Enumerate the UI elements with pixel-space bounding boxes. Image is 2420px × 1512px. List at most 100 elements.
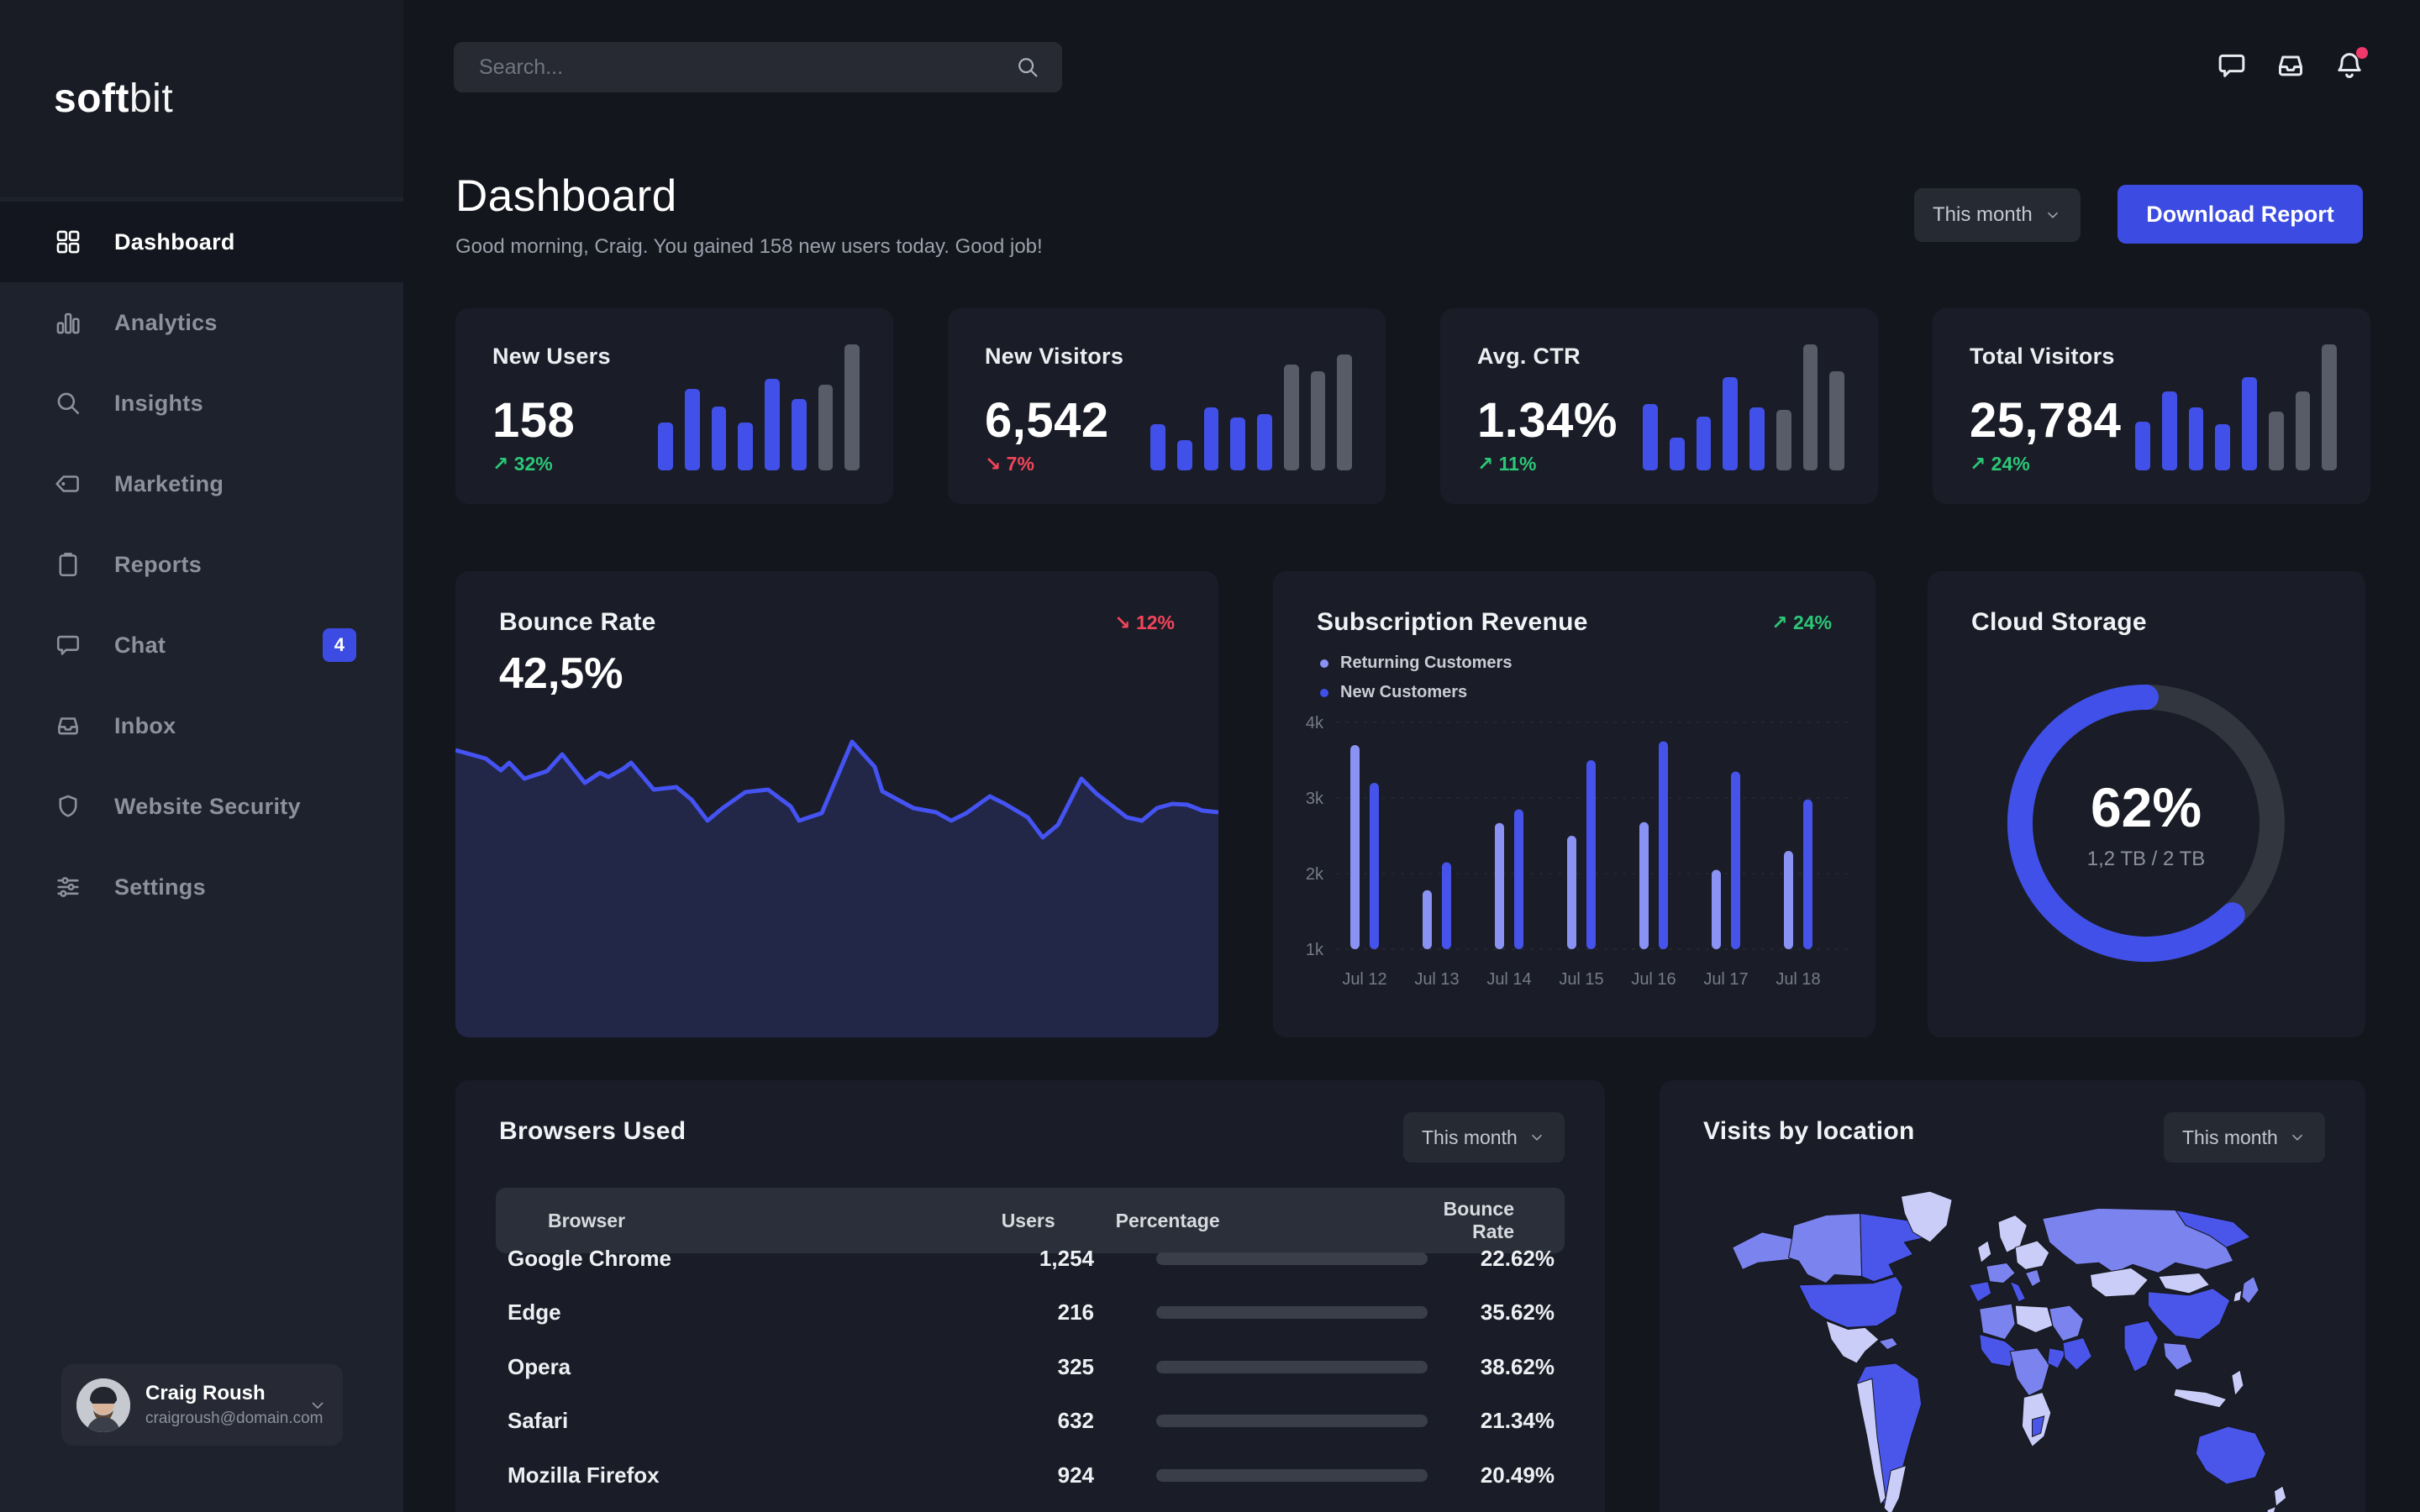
inbox-icon[interactable] bbox=[2274, 49, 2307, 82]
storage-percent: 62% bbox=[2091, 775, 2202, 839]
search-input[interactable] bbox=[479, 55, 1015, 80]
percentage-bar bbox=[1156, 1306, 1428, 1319]
cell-browser: Edge bbox=[508, 1299, 1002, 1326]
sidebar-item-label: Inbox bbox=[114, 713, 176, 739]
sidebar: softbit Dashboard Analytics Insights Mar… bbox=[0, 0, 403, 1512]
browsers-used-title: Browsers Used bbox=[499, 1117, 686, 1146]
cloud-storage-title: Cloud Storage bbox=[1971, 608, 2147, 637]
cell-browser: Google Chrome bbox=[508, 1246, 1002, 1272]
svg-text:Jul 12: Jul 12 bbox=[1342, 970, 1386, 989]
browsers-period-dropdown[interactable]: This month bbox=[1403, 1112, 1565, 1163]
world-map[interactable] bbox=[1698, 1179, 2303, 1512]
sidebar-item-settings[interactable]: Settings bbox=[0, 847, 403, 927]
tag-icon bbox=[54, 470, 82, 498]
search-icon[interactable] bbox=[1015, 55, 1040, 80]
period-filter-label: This month bbox=[1933, 203, 2033, 227]
period-filter-dropdown[interactable]: This month bbox=[1914, 188, 2081, 242]
sidebar-menu: Dashboard Analytics Insights Marketing R… bbox=[0, 202, 403, 927]
table-row-google-chrome[interactable]: Google Chrome 1,254 22.62% bbox=[496, 1231, 1565, 1285]
bars-icon bbox=[54, 308, 82, 337]
bounce-rate-card: Bounce Rate 42,5% ↘ 12% bbox=[455, 571, 1218, 1037]
column-browser: Browser bbox=[548, 1210, 969, 1232]
stat-card-avg-ctr: Avg. CTR 1.34% ↗ 11% bbox=[1440, 308, 1878, 504]
cell-users: 216 bbox=[1002, 1299, 1094, 1326]
stat-sparkline bbox=[1643, 344, 1844, 470]
sidebar-item-marketing[interactable]: Marketing bbox=[0, 444, 403, 524]
inbox-icon bbox=[54, 711, 82, 740]
stat-card-new-users: New Users 158 ↗ 32% bbox=[455, 308, 893, 504]
subscription-revenue-card: Subscription Revenue ↗ 24% Returning Cus… bbox=[1273, 571, 1876, 1037]
brand-logo[interactable]: softbit bbox=[54, 76, 173, 122]
sidebar-item-label: Analytics bbox=[114, 310, 218, 336]
avatar bbox=[76, 1378, 130, 1432]
browsers-used-card: Browsers Used This month Browser Users P… bbox=[455, 1080, 1605, 1512]
visits-period-dropdown[interactable]: This month bbox=[2164, 1112, 2325, 1163]
svg-text:Jul 14: Jul 14 bbox=[1486, 970, 1531, 989]
sidebar-item-dashboard[interactable]: Dashboard bbox=[0, 202, 403, 282]
grid-icon bbox=[54, 228, 82, 256]
sidebar-item-insights[interactable]: Insights bbox=[0, 363, 403, 444]
stat-card-delta: ↘ 7% bbox=[985, 453, 1034, 475]
cell-bounce-rate: 22.62% bbox=[1428, 1246, 1555, 1272]
bounce-rate-value: 42,5% bbox=[499, 648, 623, 699]
table-row-opera[interactable]: Opera 325 38.62% bbox=[496, 1340, 1565, 1394]
stat-card-value: 158 bbox=[492, 392, 575, 449]
stat-sparkline bbox=[2135, 344, 2337, 470]
visits-by-location-card: Visits by location This month bbox=[1660, 1080, 2365, 1512]
sidebar-item-label: Website Security bbox=[114, 794, 301, 820]
percentage-bar bbox=[1156, 1469, 1428, 1482]
cell-bounce-rate: 35.62% bbox=[1428, 1299, 1555, 1326]
brand-bold: soft bbox=[54, 76, 129, 121]
stat-card-value: 25,784 bbox=[1970, 392, 2121, 449]
search-icon bbox=[54, 389, 82, 417]
notification-dot bbox=[2356, 47, 2368, 59]
shield-icon bbox=[54, 792, 82, 821]
sidebar-item-chat[interactable]: Chat 4 bbox=[0, 605, 403, 685]
cell-browser: Mozilla Firefox bbox=[508, 1462, 1002, 1488]
sidebar-item-website-security[interactable]: Website Security bbox=[0, 766, 403, 847]
sidebar-item-label: Marketing bbox=[114, 471, 224, 497]
chevron-down-icon bbox=[2288, 1128, 2307, 1147]
chevron-down-icon bbox=[2044, 206, 2062, 224]
sidebar-item-label: Reports bbox=[114, 552, 202, 578]
sidebar-item-label: Insights bbox=[114, 391, 203, 417]
bell-icon[interactable] bbox=[2333, 49, 2366, 82]
brand-light: bit bbox=[129, 76, 173, 121]
logo-block: softbit bbox=[0, 0, 403, 197]
svg-text:Jul 15: Jul 15 bbox=[1559, 970, 1603, 989]
storage-usage: 1,2 TB / 2 TB bbox=[2087, 848, 2206, 871]
stat-card-delta: ↗ 32% bbox=[492, 453, 553, 475]
user-name: Craig Roush bbox=[145, 1382, 308, 1405]
stat-card-new-visitors: New Visitors 6,542 ↘ 7% bbox=[948, 308, 1386, 504]
stat-sparkline bbox=[658, 344, 860, 470]
stat-card-delta: ↗ 24% bbox=[1970, 453, 2030, 475]
sidebar-item-analytics[interactable]: Analytics bbox=[0, 282, 403, 363]
svg-text:Jul 18: Jul 18 bbox=[1776, 970, 1820, 989]
bounce-rate-delta: ↘ 12% bbox=[1114, 612, 1175, 634]
percentage-bar bbox=[1156, 1415, 1428, 1427]
cloud-storage-card: Cloud Storage 62% 1,2 TB / 2 TB bbox=[1928, 571, 2365, 1037]
cell-bounce-rate: 21.34% bbox=[1428, 1408, 1555, 1434]
clipboard-icon bbox=[54, 550, 82, 579]
cell-browser: Opera bbox=[508, 1354, 1002, 1380]
chat-icon[interactable] bbox=[2215, 49, 2249, 82]
chat-icon bbox=[54, 631, 82, 659]
stat-card-value: 1.34% bbox=[1477, 392, 1618, 449]
dashboard-app: softbit Dashboard Analytics Insights Mar… bbox=[0, 0, 2420, 1512]
svg-text:4k: 4k bbox=[1306, 714, 1324, 732]
svg-text:2k: 2k bbox=[1306, 865, 1324, 884]
stat-sparkline bbox=[1150, 344, 1352, 470]
visits-period-label: This month bbox=[2182, 1126, 2278, 1149]
table-row-edge[interactable]: Edge 216 35.62% bbox=[496, 1286, 1565, 1340]
download-report-button[interactable]: Download Report bbox=[2118, 185, 2363, 244]
sidebar-item-reports[interactable]: Reports bbox=[0, 524, 403, 605]
chevron-down-icon[interactable] bbox=[308, 1395, 328, 1415]
table-row-mozilla-firefox[interactable]: Mozilla Firefox 924 20.49% bbox=[496, 1448, 1565, 1502]
storage-center-label: 62% 1,2 TB / 2 TB bbox=[1986, 664, 2306, 983]
sidebar-item-label: Settings bbox=[114, 874, 206, 900]
bounce-rate-area-chart bbox=[455, 706, 1218, 1037]
cell-bounce-rate: 20.49% bbox=[1428, 1462, 1555, 1488]
sidebar-item-inbox[interactable]: Inbox bbox=[0, 685, 403, 766]
user-profile-card[interactable]: Craig Roush craigroush@domain.com bbox=[61, 1364, 343, 1446]
table-row-safari[interactable]: Safari 632 21.34% bbox=[496, 1394, 1565, 1448]
